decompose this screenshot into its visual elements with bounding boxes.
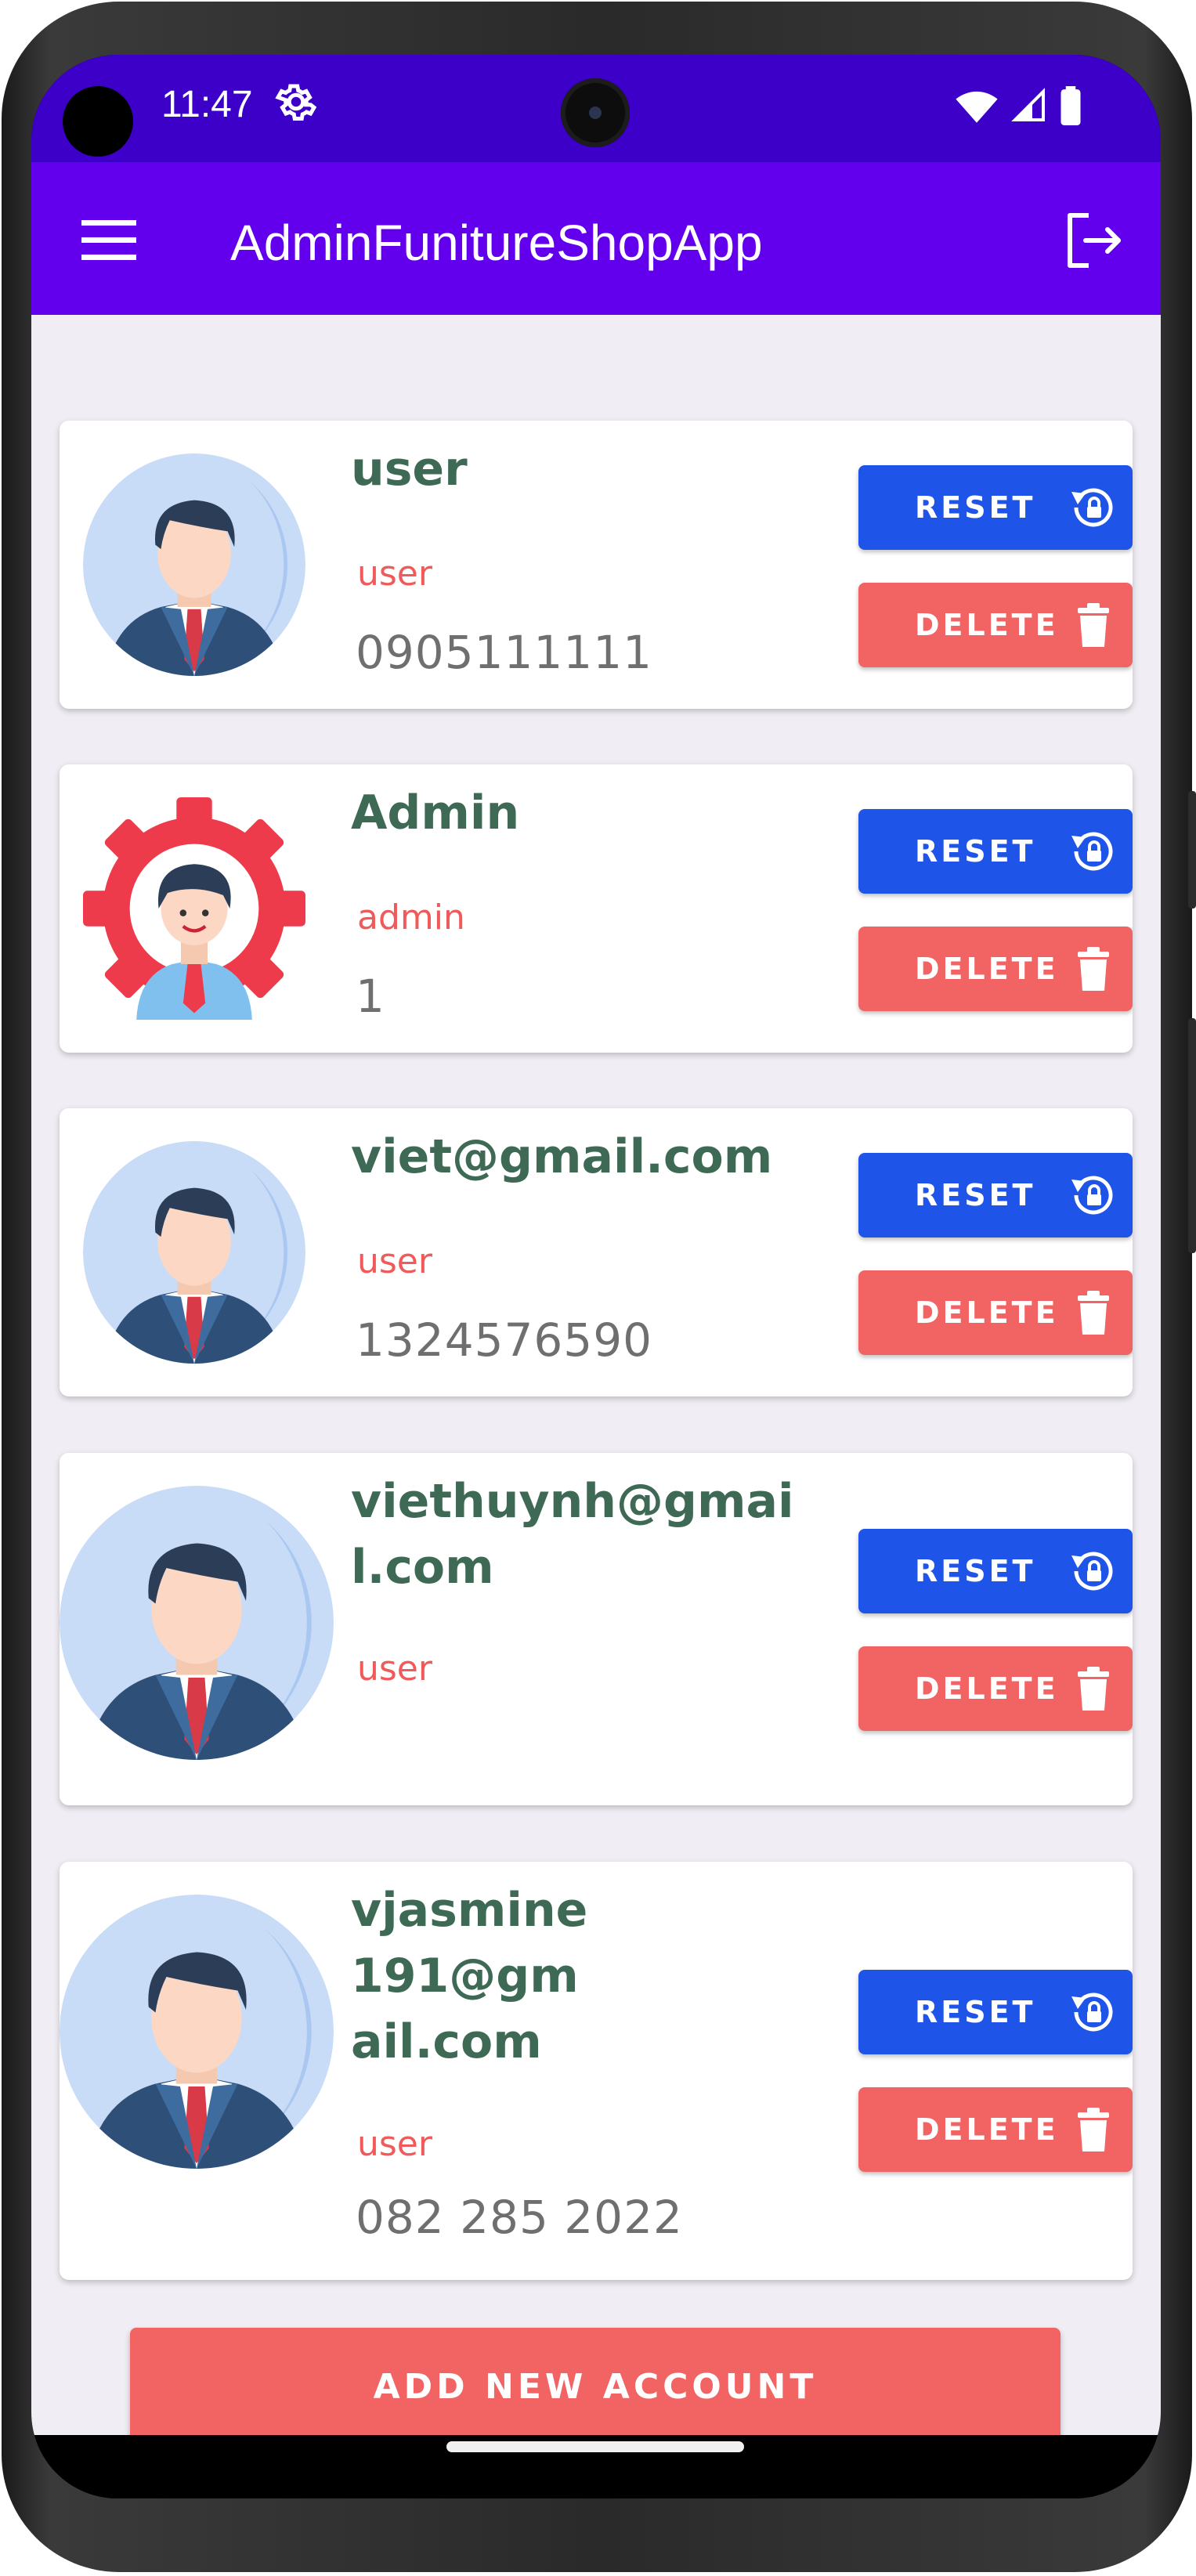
account-phone: 0905111111 <box>356 626 653 679</box>
admin-gear-avatar-icon <box>83 797 305 1020</box>
account-card: vjasmine191@gmail.com user 082 285 2022 … <box>60 1862 1133 2280</box>
account-phone: 1 <box>356 970 385 1023</box>
status-bar: 11:47 <box>31 55 1161 162</box>
reset-button-label: RESET <box>915 490 1036 525</box>
businessman-avatar-icon <box>83 1141 305 1364</box>
account-phone: 082 285 2022 <box>356 2191 683 2244</box>
account-role: user <box>357 554 432 594</box>
reset-button-label: RESET <box>915 834 1036 869</box>
reset-button[interactable]: RESET <box>858 1529 1133 1613</box>
delete-button[interactable]: DELETE <box>858 1646 1133 1731</box>
center-camera <box>561 78 630 147</box>
account-role: admin <box>357 898 465 938</box>
delete-button[interactable]: DELETE <box>858 1270 1133 1355</box>
delete-button[interactable]: DELETE <box>858 927 1133 1011</box>
account-card: user user 0905111111 RESET DELETE <box>60 421 1133 709</box>
lock-reset-icon <box>1071 1552 1113 1591</box>
settings-gear-icon <box>273 78 320 125</box>
lock-reset-icon <box>1071 488 1113 527</box>
navigation-bar <box>31 2435 1161 2498</box>
status-icons <box>954 83 1082 128</box>
app-title: AdminFunitureShopApp <box>230 215 763 271</box>
volume-button <box>1188 791 1196 909</box>
reset-button[interactable]: RESET <box>858 1970 1133 2054</box>
delete-button-label: DELETE <box>915 1295 1059 1330</box>
businessman-avatar-icon <box>83 453 305 676</box>
account-username: Admin <box>351 786 520 840</box>
delete-button-label: DELETE <box>915 2112 1059 2147</box>
trash-icon <box>1078 1291 1109 1335</box>
account-list: user user 0905111111 RESET DELETE Admin … <box>31 315 1161 2445</box>
delete-button-label: DELETE <box>915 608 1059 642</box>
lock-reset-icon <box>1071 1993 1113 2032</box>
reset-button-label: RESET <box>915 1554 1036 1588</box>
reset-button-label: RESET <box>915 1178 1036 1212</box>
account-username: viethuynh@gmail.com <box>351 1474 794 1595</box>
lock-reset-icon <box>1071 832 1113 871</box>
cellular-signal-icon <box>1011 88 1045 121</box>
home-indicator[interactable] <box>446 2441 744 2452</box>
app-bar: AdminFunitureShopApp <box>31 162 1161 315</box>
status-time: 11:47 <box>161 84 253 125</box>
add-new-account-button[interactable]: ADD NEW ACCOUNT <box>130 2328 1061 2445</box>
front-camera <box>63 86 133 157</box>
battery-icon <box>1061 86 1081 125</box>
trash-icon <box>1078 603 1109 647</box>
lock-reset-icon <box>1071 1176 1113 1215</box>
trash-icon <box>1078 1667 1109 1711</box>
businessman-avatar-icon <box>60 1486 334 1760</box>
account-username: user <box>351 442 468 497</box>
account-card: Admin admin 1 RESET DELETE <box>60 764 1133 1053</box>
account-role: user <box>357 1649 432 1689</box>
account-card: viethuynh@gmail.com user RESET DELETE <box>60 1453 1133 1805</box>
account-card: viet@gmail.com user 1324576590 RESET DEL… <box>60 1108 1133 1396</box>
delete-button-label: DELETE <box>915 1671 1059 1706</box>
account-phone: 1324576590 <box>356 1313 653 1367</box>
hamburger-menu-icon[interactable] <box>81 219 136 261</box>
power-button <box>1188 1018 1196 1253</box>
delete-button[interactable]: DELETE <box>858 583 1133 667</box>
reset-button[interactable]: RESET <box>858 1153 1133 1237</box>
account-role: user <box>357 2124 432 2164</box>
reset-button[interactable]: RESET <box>858 465 1133 550</box>
reset-button[interactable]: RESET <box>858 809 1133 894</box>
account-role: user <box>357 1241 432 1281</box>
trash-icon <box>1078 947 1109 991</box>
businessman-avatar-icon <box>60 1895 334 2169</box>
reset-button-label: RESET <box>915 1995 1036 2029</box>
delete-button-label: DELETE <box>915 952 1059 986</box>
logout-icon[interactable] <box>1064 211 1123 270</box>
screen: 11:47 AdminFunitureShopApp user user 090… <box>31 55 1161 2498</box>
device-frame: 11:47 AdminFunitureShopApp user user 090… <box>0 0 1196 2576</box>
trash-icon <box>1078 2108 1109 2151</box>
account-username: viet@gmail.com <box>351 1129 773 1184</box>
wifi-icon <box>956 91 998 123</box>
delete-button[interactable]: DELETE <box>858 2087 1133 2172</box>
account-username: vjasmine191@gmail.com <box>351 1883 588 2069</box>
